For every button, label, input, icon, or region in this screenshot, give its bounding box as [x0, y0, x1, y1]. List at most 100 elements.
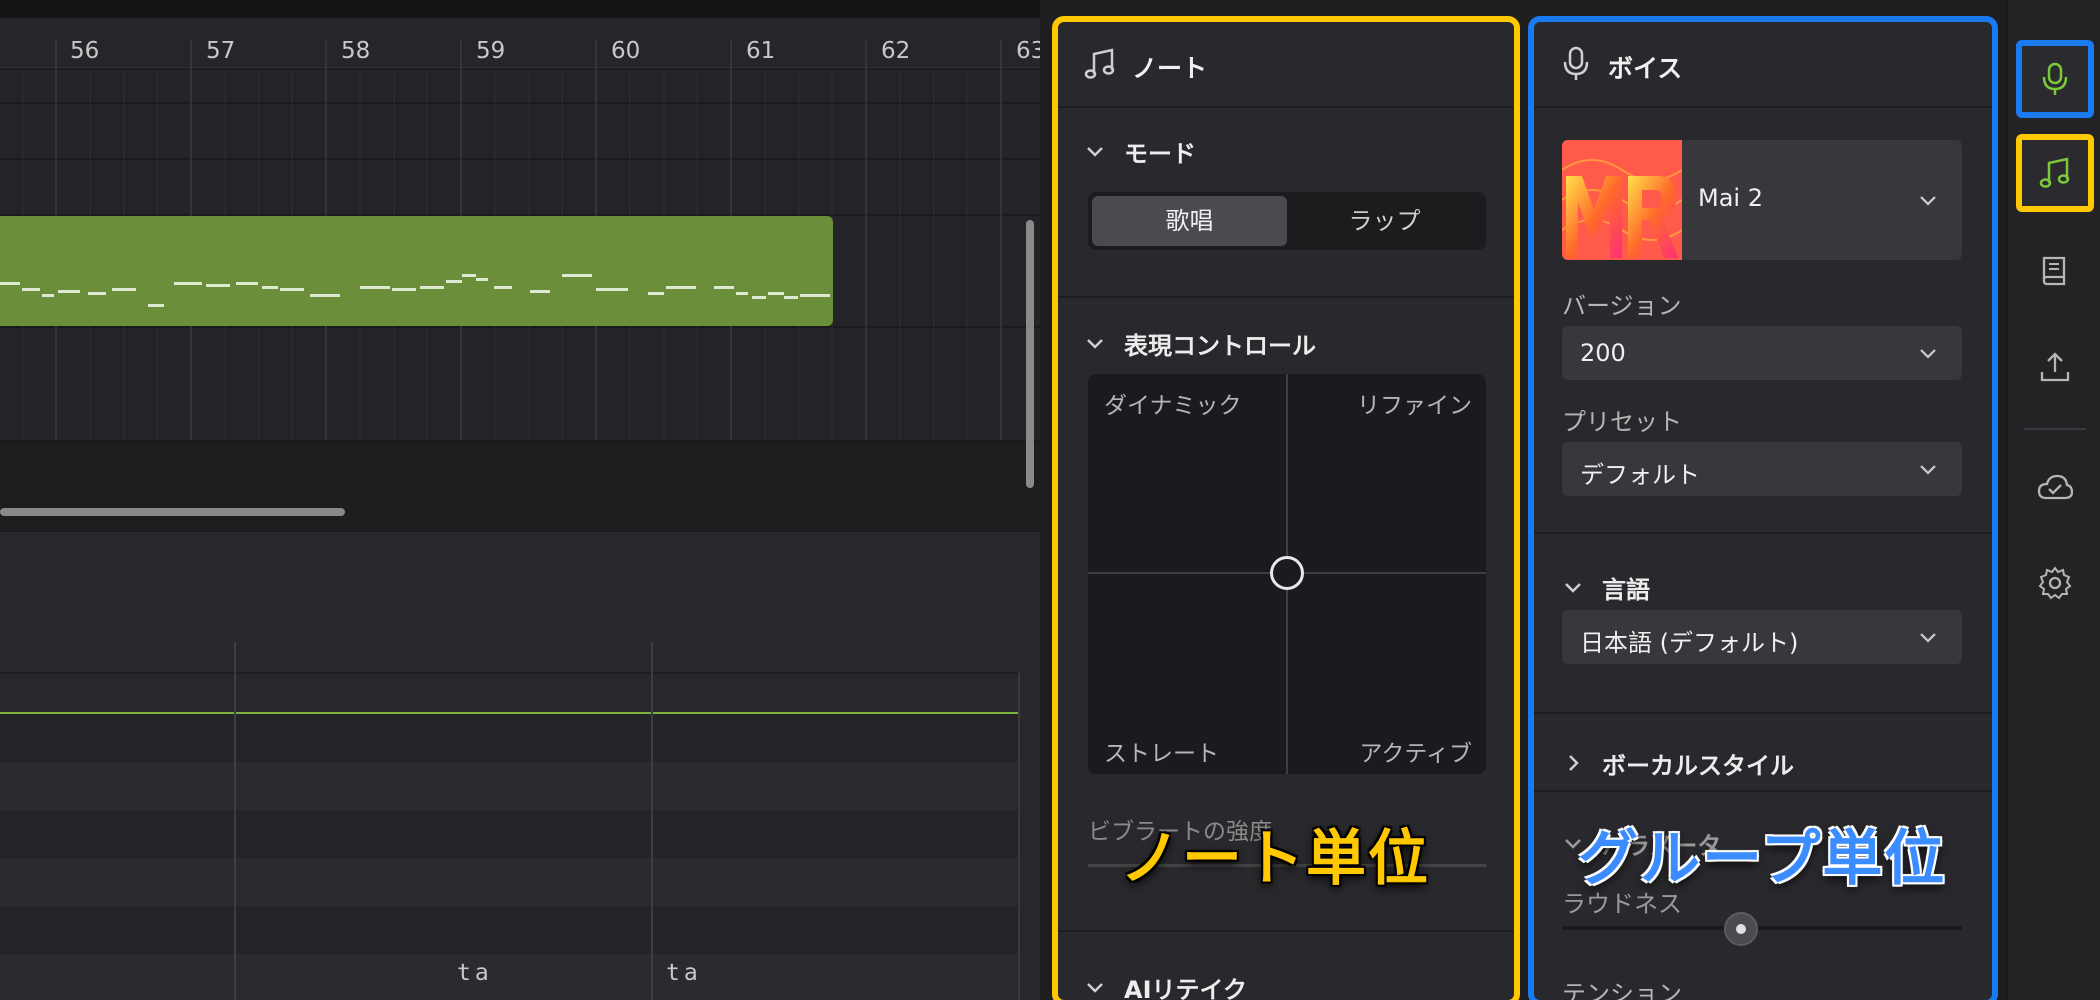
- top-strip: [0, 0, 1040, 18]
- mode-option-sing[interactable]: 歌唱: [1092, 196, 1287, 246]
- right-tool-rail: [2006, 0, 2100, 1000]
- xy-label-active: アクティブ: [1359, 741, 1472, 767]
- lane-stripe: [0, 810, 1018, 858]
- microphone-icon: [2042, 62, 2068, 95]
- pitch-curve-segment: [22, 288, 40, 291]
- rail-settings-button[interactable]: [2016, 544, 2094, 622]
- version-label: バージョン: [1562, 292, 1682, 320]
- rail-voice-button[interactable]: [2016, 40, 2094, 118]
- expression-xy-pad[interactable]: ダイナミック リファイン ストレート アクティブ: [1088, 374, 1486, 774]
- pitch-curve-segment: [562, 274, 592, 277]
- horizontal-scrollbar[interactable]: [0, 508, 345, 516]
- language-dropdown[interactable]: 日本語 (デフォルト): [1562, 610, 1962, 664]
- grid-row: [0, 440, 1040, 442]
- chevron-down-icon: [1920, 465, 1936, 475]
- mode-section-title[interactable]: モード: [1124, 134, 1196, 169]
- section-divider: [1534, 790, 1992, 792]
- pitch-curve-segment: [784, 296, 798, 299]
- pitch-curve-segment: [392, 288, 416, 291]
- tension-label: テンション: [1562, 980, 1682, 1000]
- expression-section-title[interactable]: 表現コントロール: [1124, 326, 1316, 361]
- rail-note-button[interactable]: [2016, 134, 2094, 212]
- language-section-title[interactable]: 言語: [1602, 570, 1650, 605]
- voice-panel-header: ボイス: [1534, 22, 1992, 108]
- rail-cloud-button[interactable]: [2016, 448, 2094, 526]
- section-divider: [1534, 532, 1992, 534]
- pitch-curve-segment: [736, 292, 748, 295]
- book-icon: [2042, 256, 2066, 286]
- pitch-curve-segment: [446, 280, 462, 283]
- pitch-curve-segment: [596, 288, 628, 291]
- pitch-curve-segment: [174, 282, 202, 285]
- pitch-curve-segment: [752, 296, 766, 299]
- music-note-icon: [1084, 48, 1115, 79]
- note-group-block[interactable]: [0, 216, 833, 326]
- piano-roll-editor[interactable]: 56 57 58 59 60 61 62 63 ta ta: [0, 0, 1040, 1000]
- note-panel-header: ノート: [1058, 22, 1514, 108]
- lane-separator: [234, 642, 236, 1000]
- section-divider: [1534, 712, 1992, 714]
- parameter-curve[interactable]: [0, 712, 1018, 714]
- loudness-slider-knob[interactable]: [1724, 912, 1758, 946]
- chevron-down-icon[interactable]: [1918, 190, 1938, 210]
- vertical-scrollbar[interactable]: [1026, 220, 1034, 488]
- version-value: 200: [1580, 339, 1626, 367]
- loudness-slider-track[interactable]: [1562, 926, 1962, 930]
- pitch-curve-segment: [420, 286, 444, 289]
- voice-avatar: [1562, 140, 1682, 260]
- rail-lyrics-button[interactable]: [2016, 232, 2094, 310]
- mode-toggle[interactable]: 歌唱 ラップ: [1088, 192, 1486, 250]
- pitch-curve-segment: [666, 286, 696, 289]
- ai-retake-section-title[interactable]: AIリテイク: [1124, 970, 1247, 1000]
- chevron-down-icon[interactable]: [1562, 576, 1584, 598]
- preset-value: デフォルト: [1580, 461, 1700, 489]
- pitch-curve-segment: [530, 290, 550, 293]
- language-value: 日本語 (デフォルト): [1580, 629, 1799, 657]
- voice-selector[interactable]: Mai 2: [1562, 140, 1962, 260]
- xy-label-straight: ストレート: [1104, 741, 1219, 767]
- music-note-icon: [2039, 157, 2070, 188]
- pitch-curve-segment: [476, 278, 488, 281]
- version-dropdown[interactable]: 200: [1562, 326, 1962, 380]
- microphone-icon: [1563, 46, 1589, 80]
- note-unit-caption: ノート単位: [1120, 824, 1430, 894]
- xy-pad-handle[interactable]: [1270, 556, 1304, 590]
- lyric-syllable[interactable]: ta: [666, 960, 702, 986]
- lane-stripe: [0, 762, 1018, 810]
- parameter-lane-area[interactable]: ta ta: [0, 530, 1040, 1000]
- voice-panel-title: ボイス: [1608, 54, 1683, 83]
- pitch-curve-segment: [148, 304, 164, 307]
- pitch-curve-segment: [714, 286, 734, 289]
- voice-name: Mai 2: [1698, 184, 1763, 212]
- lane-stripe: [0, 714, 1018, 762]
- lyric-syllable[interactable]: ta: [457, 960, 493, 986]
- chevron-down-icon: [1920, 633, 1936, 643]
- chevron-down-icon[interactable]: [1084, 976, 1106, 998]
- xy-label-dynamic: ダイナミック: [1104, 393, 1242, 419]
- voice-logo: [1562, 140, 1682, 260]
- pitch-curve-segment: [88, 292, 106, 295]
- lane-edge: [1018, 672, 1020, 1000]
- pitch-curve-segment: [648, 292, 664, 295]
- section-divider: [1058, 930, 1514, 932]
- lane-divider: [0, 672, 1018, 674]
- lane-stripe: [0, 906, 1018, 954]
- pitch-curve-segment: [206, 284, 230, 287]
- chevron-down-icon[interactable]: [1084, 332, 1106, 354]
- lane-separator: [651, 642, 653, 1000]
- chevron-right-icon[interactable]: [1562, 752, 1584, 774]
- chevron-down-icon[interactable]: [1084, 140, 1106, 162]
- mode-option-rap[interactable]: ラップ: [1287, 196, 1482, 246]
- rail-export-button[interactable]: [2016, 328, 2094, 406]
- preset-dropdown[interactable]: デフォルト: [1562, 442, 1962, 496]
- rail-divider: [2024, 428, 2086, 430]
- xy-label-refine: リファイン: [1357, 393, 1472, 419]
- pitch-curve-segment: [768, 292, 784, 295]
- cloud-icon: [2037, 474, 2073, 500]
- vocal-style-section-title[interactable]: ボーカルスタイル: [1602, 746, 1794, 781]
- pitch-curve-segment: [42, 294, 54, 297]
- gear-icon: [2038, 566, 2072, 600]
- section-divider: [1058, 296, 1514, 298]
- upload-icon: [2040, 352, 2070, 382]
- pitch-curve-segment: [360, 286, 390, 289]
